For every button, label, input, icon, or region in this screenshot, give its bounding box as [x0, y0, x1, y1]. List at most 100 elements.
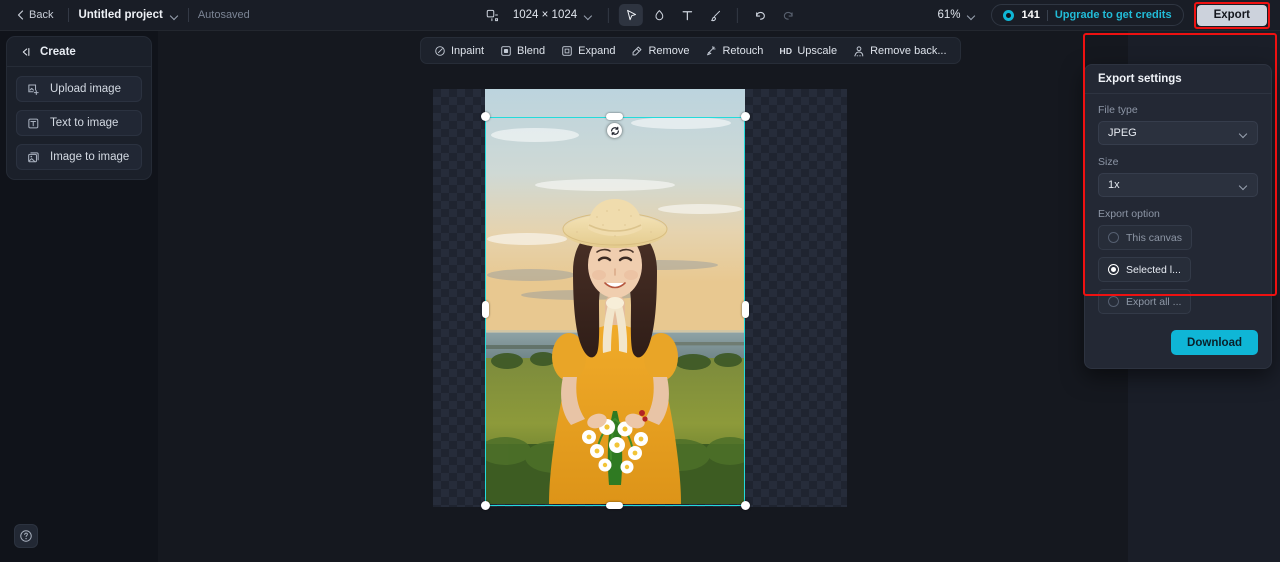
image-to-image-icon [27, 151, 40, 164]
hd-badge: HD [779, 45, 793, 56]
export-option-label-text: Selected l... [1126, 263, 1181, 276]
canvas-tool-label: Remove back... [870, 44, 947, 57]
canvas-tool-label: Inpaint [451, 44, 485, 57]
file-type-value: JPEG [1108, 127, 1137, 139]
resize-handle-middle-left[interactable] [482, 301, 489, 318]
zoom-level-value: 61% [937, 9, 961, 21]
credits-pill[interactable]: 141 Upgrade to get credits [991, 4, 1184, 26]
canvas-toolbar: Inpaint Blend Expand Remove Retouch HD U… [420, 37, 961, 64]
resize-handle-top-right[interactable] [741, 112, 750, 121]
resize-handle-top-left[interactable] [481, 112, 490, 121]
resize-handle-bottom-right[interactable] [741, 501, 750, 510]
sidebar-item-label: Image to image [50, 151, 130, 163]
blend-icon [500, 45, 512, 57]
export-option-export-all[interactable]: Export all ... [1098, 289, 1192, 314]
chevron-down-icon [967, 11, 976, 20]
canvas-tool-label: Upscale [797, 44, 838, 57]
top-bar-left: Back Untitled project Autosaved [0, 6, 250, 24]
remove-background-icon [853, 45, 865, 57]
export-settings-popup: Export settings File type JPEG Size 1x E… [1084, 64, 1272, 369]
expand-icon [561, 45, 573, 57]
size-label: Size [1098, 156, 1119, 168]
redo-icon[interactable] [776, 4, 800, 26]
upgrade-link[interactable]: Upgrade to get credits [1055, 9, 1172, 21]
resize-handle-middle-right[interactable] [742, 301, 749, 318]
export-option-label-text: Export all ... [1126, 295, 1182, 308]
text-icon[interactable] [675, 4, 699, 26]
project-name: Untitled project [78, 9, 163, 21]
radio-icon [1108, 296, 1119, 307]
divider [1046, 9, 1048, 21]
export-button-wrap: Export [1193, 1, 1270, 29]
chevron-down-icon [1239, 181, 1248, 190]
sidebar-title: Create [40, 45, 76, 58]
canvas-tool-label: Blend [517, 44, 546, 57]
file-type-select[interactable]: JPEG [1098, 121, 1258, 145]
chevron-down-icon [1239, 129, 1248, 138]
export-option-this-canvas[interactable]: This canvas [1098, 225, 1193, 250]
coin-icon [1003, 9, 1015, 21]
canvas-area[interactable]: Inpaint Blend Expand Remove Retouch HD U… [158, 31, 1128, 562]
canvas-tool-inpaint[interactable]: Inpaint [427, 40, 491, 61]
chevron-down-icon[interactable] [170, 11, 179, 20]
top-bar: Back Untitled project Autosaved 1024 × 1… [0, 0, 1280, 31]
canvas-tool-blend[interactable]: Blend [493, 40, 552, 61]
canvas-size-value: 1024 × 1024 [512, 9, 578, 21]
retouch-icon [705, 45, 717, 57]
canvas-tool-upscale[interactable]: HD Upscale [772, 40, 844, 61]
export-option-label-text: This canvas [1126, 231, 1183, 244]
brush-icon[interactable] [703, 4, 727, 26]
autosaved-status: Autosaved [197, 9, 250, 21]
cursor-icon[interactable] [619, 4, 644, 26]
chevron-left-icon [17, 10, 24, 20]
radio-icon [1108, 232, 1119, 243]
canvas-tool-label: Retouch [722, 44, 764, 57]
size-value: 1x [1108, 179, 1120, 191]
divider [68, 8, 70, 22]
sidebar-item-label: Upload image [50, 83, 121, 95]
help-button[interactable] [14, 524, 38, 548]
back-button[interactable]: Back [11, 6, 59, 24]
radio-icon [1108, 264, 1119, 275]
inpaint-icon [434, 45, 446, 57]
canvas-tool-label: Remove [648, 44, 690, 57]
artboard[interactable] [433, 89, 847, 507]
canvas-size-selector[interactable]: 1024 × 1024 [508, 6, 598, 24]
export-settings-body: File type JPEG Size 1x Export option Thi… [1085, 94, 1271, 368]
collapse-sidebar-icon[interactable] [19, 46, 31, 58]
resize-handle-bottom-center[interactable] [606, 502, 623, 509]
sidebar-items: Upload image Text to image Image to imag… [7, 67, 151, 170]
canvas-tool-remove[interactable]: Remove [624, 40, 696, 61]
download-row: Download [1098, 330, 1258, 355]
sidebar-header: Create [7, 37, 151, 67]
frame-icon[interactable] [480, 4, 504, 26]
canvas-photo[interactable] [485, 89, 745, 504]
canvas-tool-retouch[interactable]: Retouch [698, 40, 770, 61]
sidebar-item-upload-image[interactable]: Upload image [16, 76, 142, 102]
resize-handle-top-center[interactable] [606, 113, 623, 120]
credits-count: 141 [1021, 9, 1040, 21]
size-select[interactable]: 1x [1098, 173, 1258, 197]
back-label: Back [29, 9, 54, 21]
help-icon [19, 529, 33, 543]
image-editor-app: Back Untitled project Autosaved 1024 × 1… [0, 0, 1280, 562]
photo-illustration [485, 89, 745, 504]
export-option-group: This canvas Selected l... Export all ... [1098, 225, 1258, 314]
resize-handle-bottom-left[interactable] [481, 501, 490, 510]
canvas-tool-expand[interactable]: Expand [554, 40, 622, 61]
sidebar-item-text-to-image[interactable]: Text to image [16, 110, 142, 136]
eraser-icon[interactable] [647, 4, 671, 26]
export-settings-region: Export settings File type JPEG Size 1x E… [1083, 31, 1277, 369]
undo-icon[interactable] [748, 4, 772, 26]
text-to-image-icon [27, 117, 40, 130]
canvas-tool-label: Expand [578, 44, 616, 57]
rotate-handle-icon[interactable] [607, 123, 622, 138]
export-option-label: Export option [1098, 208, 1160, 220]
download-button[interactable]: Download [1171, 330, 1258, 355]
top-bar-tools: 1024 × 1024 [480, 4, 800, 26]
export-button[interactable]: Export [1196, 4, 1267, 26]
zoom-level-selector[interactable]: 61% [932, 6, 981, 24]
sidebar-item-image-to-image[interactable]: Image to image [16, 144, 142, 170]
export-option-selected-layer[interactable]: Selected l... [1098, 257, 1191, 282]
canvas-tool-remove-background[interactable]: Remove back... [846, 40, 953, 61]
